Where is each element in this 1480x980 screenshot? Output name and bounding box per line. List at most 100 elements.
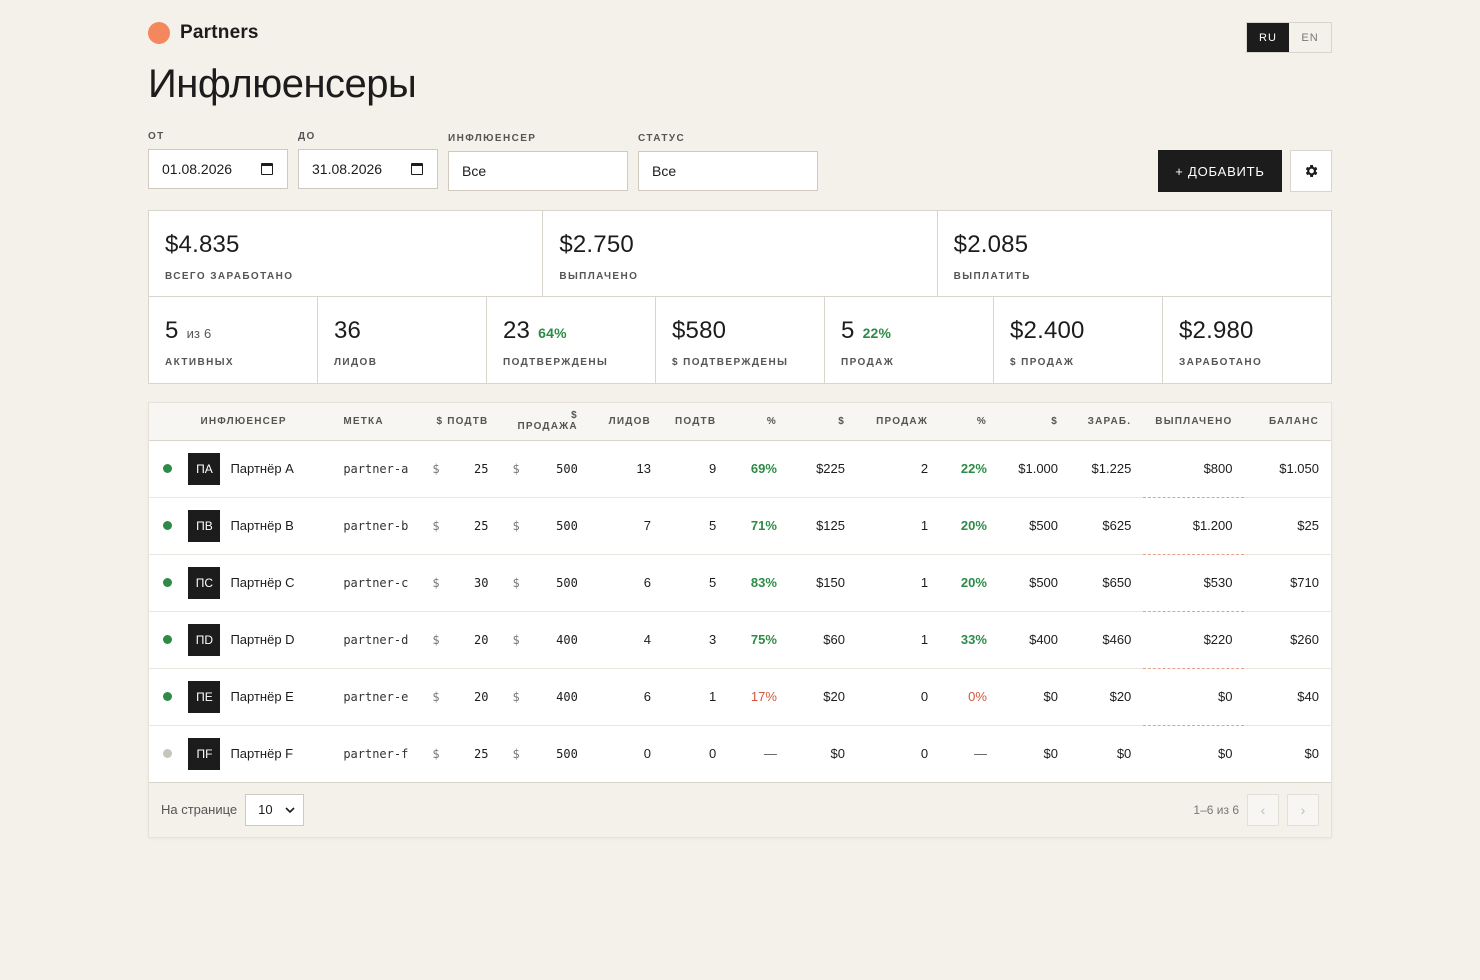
stat-card: 36 ЛИДОВ (317, 297, 486, 383)
table-row[interactable]: ПА Партнёр Apartner-a $25 $500 13 9 69% $225 2 22… (149, 440, 1331, 498)
per-page-select[interactable]: 10 (245, 793, 305, 826)
money-input[interactable]: $500 (512, 747, 577, 761)
money-input[interactable]: $30 (432, 576, 488, 590)
influencer-select[interactable]: Все (448, 151, 628, 191)
column-header[interactable]: % (940, 403, 999, 441)
influencer-name[interactable]: Партнёр D (230, 632, 294, 647)
influencer-name[interactable]: Партнёр B (230, 518, 293, 533)
column-header[interactable]: ПРОДАЖ (856, 403, 941, 441)
date-to-input[interactable]: 31.08.2026 (298, 149, 438, 189)
prev-page-button[interactable]: ‹ (1247, 793, 1279, 826)
currency-sign: $ (432, 461, 440, 476)
influencer-cell[interactable]: ПD Партнёр D (188, 611, 332, 669)
money-input[interactable]: $400 (512, 690, 577, 704)
paid-cell[interactable]: $1.200 (1143, 497, 1245, 555)
column-header[interactable]: БАЛАНС (1244, 403, 1331, 441)
cps-cell[interactable]: $500 (500, 725, 590, 783)
money-input[interactable]: $20 (432, 633, 488, 647)
status-inactive-dot (163, 749, 172, 758)
influencer-name[interactable]: Партнёр C (230, 575, 294, 590)
status-cell (149, 611, 189, 669)
column-header[interactable]: ЛИДОВ (589, 403, 663, 441)
column-header[interactable]: МЕТКА (331, 403, 421, 441)
paid-cell[interactable]: $220 (1143, 611, 1245, 669)
brand-logo-icon (148, 22, 170, 44)
stat-label: ЛИДОВ (334, 357, 378, 368)
paid-cell[interactable]: $530 (1143, 554, 1245, 612)
sales-pct-cell: 20% (940, 554, 999, 612)
filter-influencer-label: ИНФЛЮЕНСЕР (448, 133, 537, 144)
money-input[interactable]: $20 (432, 690, 488, 704)
column-header[interactable]: $ ПОДТВ (420, 403, 501, 441)
influencer-cell[interactable]: ПА Партнёр A (188, 440, 332, 498)
status-select[interactable]: Все (638, 151, 818, 191)
money-input[interactable]: $500 (512, 576, 577, 590)
currency-sign: $ (512, 746, 520, 761)
table-row[interactable]: ПЕ Партнёр Epartner-e $20 $400 6 1 17% $20 0 0% $0… (149, 668, 1331, 726)
calendar-icon[interactable] (261, 163, 273, 175)
influencer-cell[interactable]: ПF Партнёр F (188, 725, 332, 783)
stats-top-row: $4.835 ВСЕГО ЗАРАБОТАНО $2.750 ВЫПЛАЧЕНО $2.… (149, 211, 1331, 297)
money-input[interactable]: $400 (512, 633, 577, 647)
table-row[interactable]: ПF Партнёр Fpartner-f $25 $500 0 0— $0 0— $0 $0 $0… (149, 725, 1331, 783)
influencer-cell[interactable]: ПВ Партнёр B (188, 497, 332, 555)
cpa-cell[interactable]: $25 (420, 440, 501, 498)
next-page-button[interactable]: › (1287, 793, 1319, 826)
calendar-icon[interactable] (411, 163, 423, 175)
cpa-cell[interactable]: $25 (420, 725, 501, 783)
leads-cell: 6 (589, 668, 663, 726)
lang-ru-button[interactable]: RU (1247, 23, 1289, 52)
money-input[interactable]: $25 (432, 747, 488, 761)
currency-sign: $ (432, 518, 440, 533)
stat-value: 5 из 6 (165, 317, 301, 345)
stat-card: $4.835 ВСЕГО ЗАРАБОТАНО (149, 211, 542, 296)
cps-cell[interactable]: $500 (500, 497, 590, 555)
paid-cell[interactable]: $0 (1143, 725, 1245, 783)
column-header[interactable]: % (728, 403, 789, 441)
date-from-input[interactable]: 01.08.2026 (148, 149, 288, 189)
table-row[interactable]: ПС Партнёр Cpartner-c $30 $500 6 5 83% $150 1 20%… (149, 554, 1331, 612)
influencer-cell[interactable]: ПС Партнёр C (188, 554, 332, 612)
column-header[interactable]: $ (998, 403, 1071, 441)
money-input[interactable]: $500 (512, 462, 577, 476)
confirmed-cell: 9 (662, 440, 729, 498)
sales-sum-cell: $0 (998, 725, 1071, 783)
money-input[interactable]: $500 (512, 519, 577, 533)
influencer-name[interactable]: Партнёр F (230, 746, 293, 761)
influencer-cell[interactable]: ПЕ Партнёр E (188, 668, 332, 726)
table-row[interactable]: ПВ Партнёр Bpartner-b $25 $500 7 5 71% $125 1 20%… (149, 497, 1331, 555)
column-header[interactable]: ЗАРАБ. (1070, 403, 1144, 441)
table-header-row: ИНФЛЮЕНСЕР МЕТКА $ ПОДТВ $ ПРОДАЖА ЛИДОВ ПОДТ… (149, 403, 1331, 441)
column-header[interactable]: ВЫПЛАЧЕНО (1143, 403, 1245, 441)
money-input[interactable]: $25 (432, 519, 488, 533)
money-input[interactable]: $25 (432, 462, 488, 476)
cpa-cell[interactable]: $20 (420, 611, 501, 669)
status-cell (149, 554, 189, 612)
confirmed-pct-cell: — (728, 725, 789, 783)
cps-cell[interactable]: $500 (500, 554, 590, 612)
stat-percent: 64% (538, 325, 567, 341)
cpa-cell[interactable]: $30 (420, 554, 501, 612)
currency-sign: $ (512, 575, 520, 590)
column-header[interactable]: $ ПРОДАЖА (500, 403, 590, 441)
cps-cell[interactable]: $500 (500, 440, 590, 498)
column-header[interactable]: $ (788, 403, 857, 441)
pagination: 1–6 из 6 ‹ › (1193, 793, 1319, 826)
column-header[interactable]: ИНФЛЮЕНСЕР (188, 403, 332, 441)
influencer-name[interactable]: Партнёр A (230, 461, 293, 476)
tag-cell: partner-e (331, 668, 421, 726)
lang-en-button[interactable]: EN (1289, 23, 1331, 52)
paid-cell[interactable]: $800 (1143, 440, 1245, 498)
currency-sign: $ (432, 575, 440, 590)
cps-cell[interactable]: $400 (500, 668, 590, 726)
add-influencer-button[interactable]: + ДОБАВИТЬ (1158, 150, 1282, 192)
cpa-cell[interactable]: $20 (420, 668, 501, 726)
cpa-cell[interactable]: $25 (420, 497, 501, 555)
column-header[interactable]: ПОДТВ (662, 403, 729, 441)
influencer-name[interactable]: Партнёр E (230, 689, 293, 704)
table-row[interactable]: ПD Партнёр Dpartner-d $20 $400 4 3 75% $60 1 33% $… (149, 611, 1331, 669)
cps-cell[interactable]: $400 (500, 611, 590, 669)
earned-cell: $0 (1070, 725, 1144, 783)
paid-cell[interactable]: $0 (1143, 668, 1245, 726)
settings-button[interactable] (1290, 150, 1332, 192)
